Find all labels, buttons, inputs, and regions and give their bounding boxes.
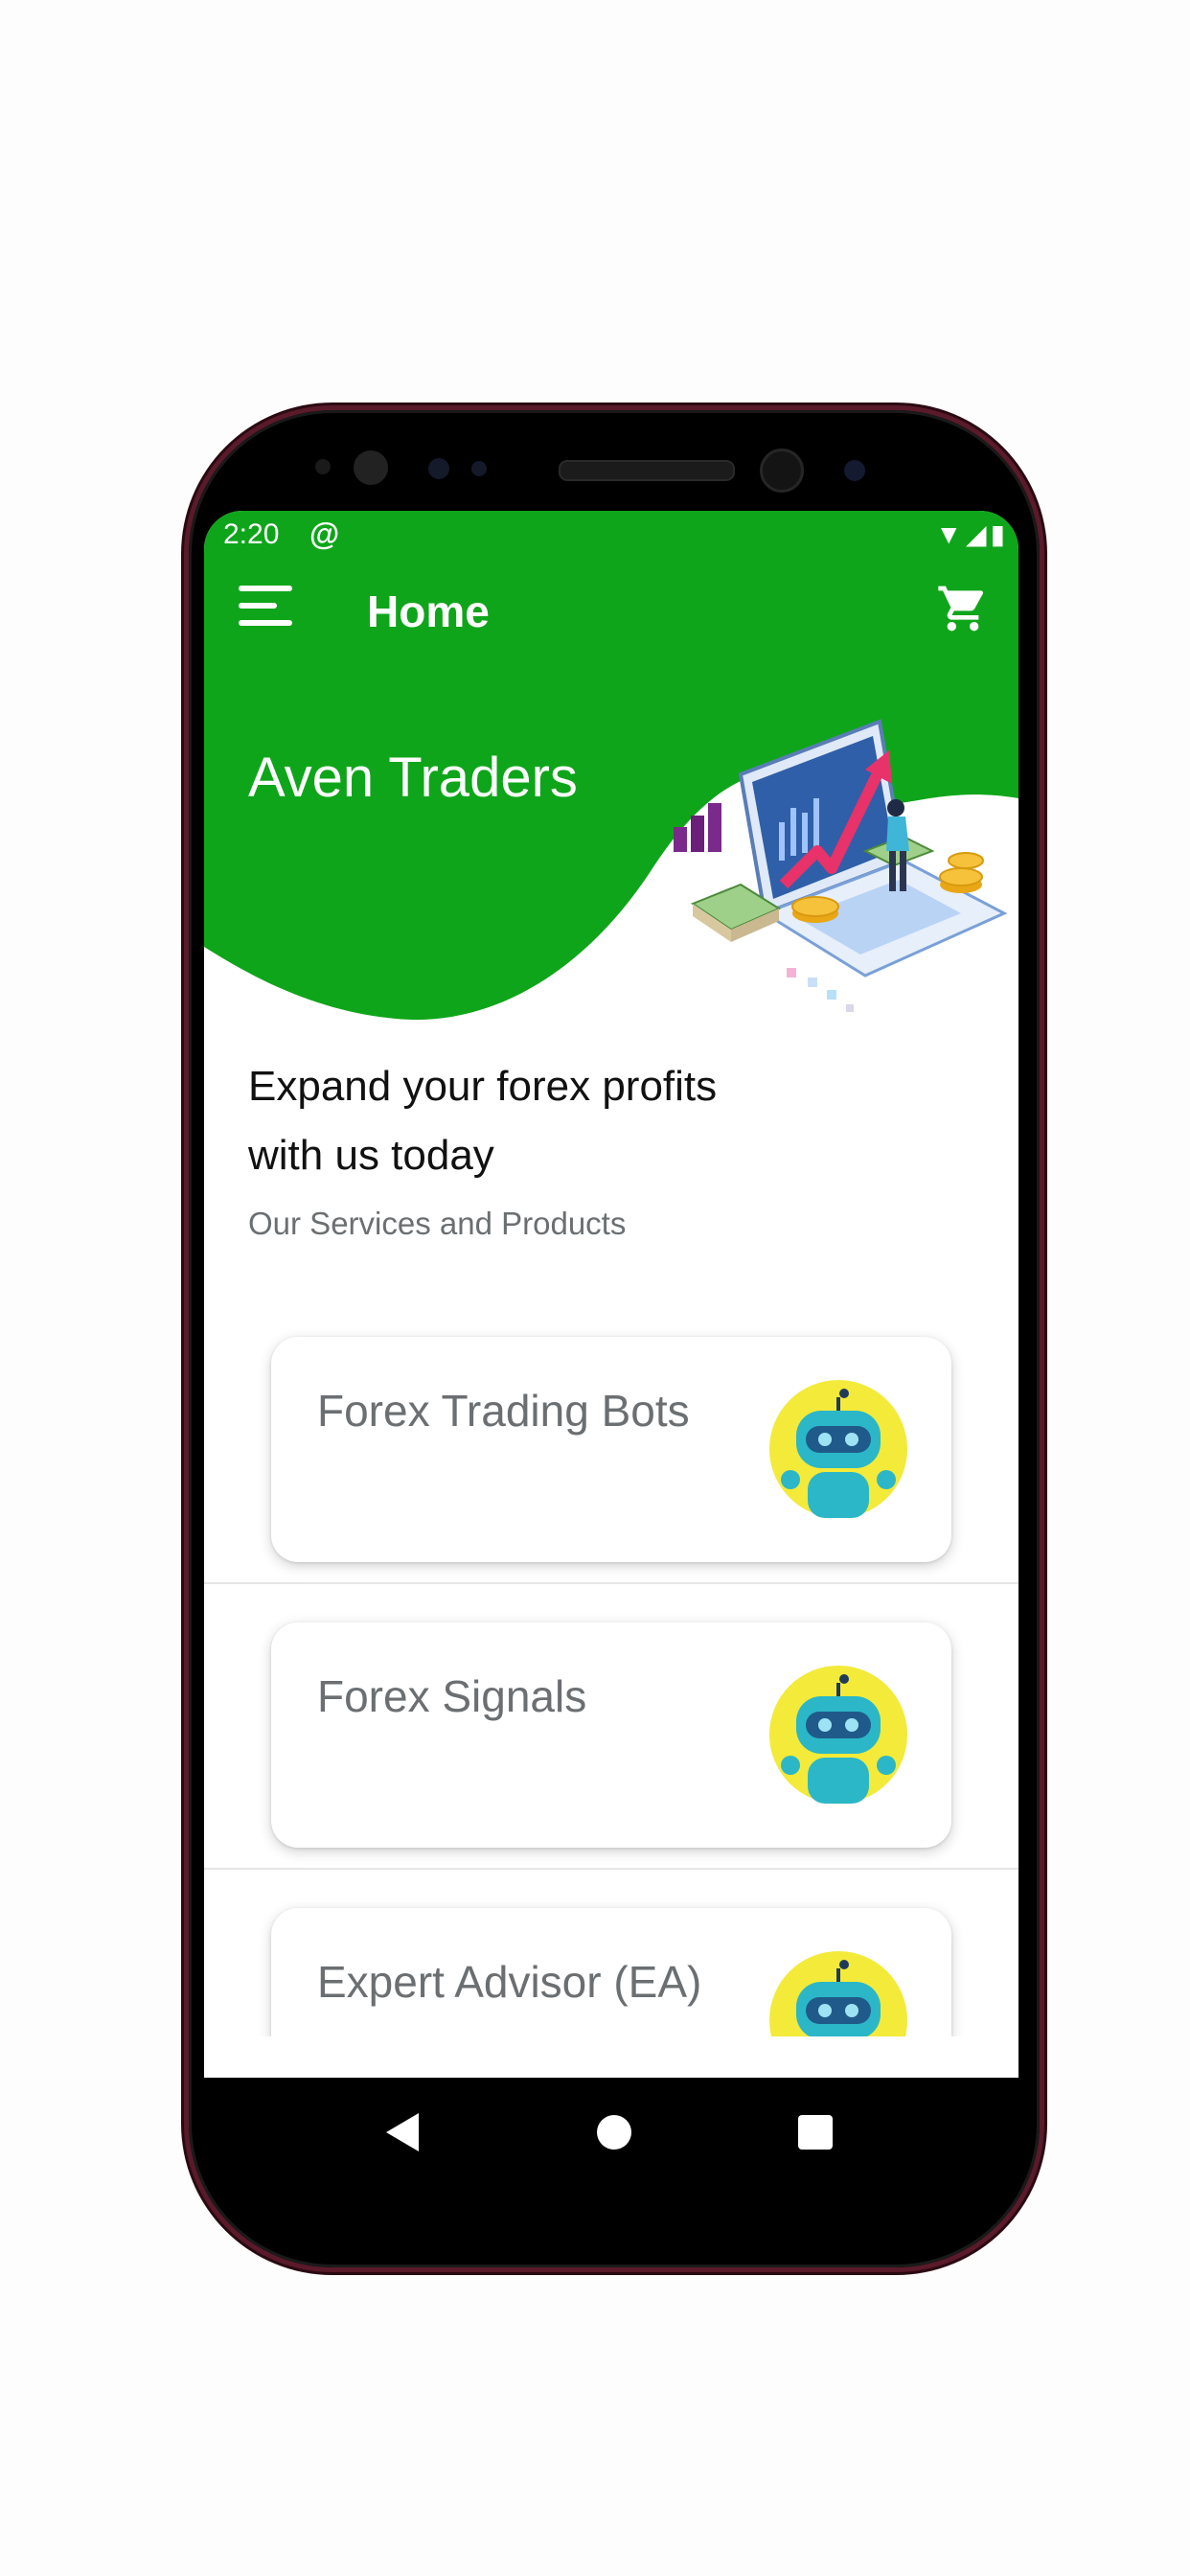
system-status-icons: ▼◢▮ — [935, 518, 1009, 550]
hamburger-menu-icon[interactable] — [239, 586, 296, 633]
robot-icon — [769, 1380, 907, 1518]
brand-title: Aven Traders — [248, 747, 578, 809]
bar-graphic — [691, 816, 704, 852]
person-legs — [900, 851, 906, 891]
page-title: Home — [367, 586, 490, 636]
hologram-dot — [827, 990, 836, 1000]
wifi-icon: ▼ — [935, 519, 967, 549]
phone-side-button — [1040, 930, 1047, 1083]
signal-icon: ◢ — [966, 519, 991, 549]
chart-bar — [802, 813, 808, 853]
service-card-forex-trading-bots[interactable]: Forex Trading Bots — [271, 1337, 951, 1562]
back-icon[interactable] — [386, 2113, 419, 2151]
sensor-dot — [315, 459, 331, 474]
tagline: Expand your forex profits with us today — [248, 1063, 718, 1179]
service-card-label: Forex Signals — [317, 1671, 587, 1721]
section-title: Our Services and Products — [248, 1206, 627, 1241]
home-icon[interactable] — [597, 2115, 631, 2150]
divider — [204, 1582, 1018, 1584]
bar-graphic — [674, 827, 687, 852]
service-card-label: Forex Trading Bots — [317, 1386, 690, 1436]
service-card-forex-signals[interactable]: Forex Signals — [271, 1622, 951, 1848]
earpiece-speaker — [559, 460, 735, 481]
coin — [939, 867, 983, 886]
screen: 2:20 @ ▼◢▮ Home Aven Traders Expand your… — [204, 511, 1018, 2078]
sensor-dot — [844, 460, 865, 481]
chart-bar — [813, 798, 819, 848]
app-bar: Home — [204, 559, 1018, 664]
status-bar: 2:20 @ ▼◢▮ — [204, 511, 1018, 559]
chart-bar — [790, 808, 796, 856]
coin — [948, 852, 984, 869]
hologram-dot — [808, 978, 817, 987]
phone-side-button — [181, 676, 189, 939]
screen-bottom-edge — [204, 2036, 1018, 2078]
hologram-dot — [846, 1004, 854, 1012]
person-head — [887, 799, 904, 816]
recent-apps-icon[interactable] — [798, 2115, 833, 2150]
divider — [204, 1868, 1018, 1870]
trading-laptop-illustration — [674, 719, 1008, 1012]
service-card-label: Expert Advisor (EA) — [317, 1957, 702, 2007]
sensor-dot — [428, 458, 449, 479]
front-sensor — [354, 450, 388, 485]
system-nav-bar — [204, 2080, 1018, 2185]
person-legs — [889, 851, 896, 891]
robot-icon — [769, 1666, 907, 1804]
battery-icon: ▮ — [990, 519, 1009, 549]
coin — [791, 896, 839, 917]
chart-bar — [779, 822, 785, 861]
at-sign-icon: @ — [309, 517, 340, 551]
front-camera — [760, 448, 804, 493]
shopping-cart-icon[interactable] — [936, 582, 990, 635]
phone-frame: 2:20 @ ▼◢▮ Home Aven Traders Expand your… — [189, 410, 1040, 2267]
hologram-dot — [787, 968, 796, 978]
bar-graphic — [708, 803, 721, 852]
phone-side-button — [181, 1035, 189, 1184]
status-time: 2:20 — [223, 518, 280, 550]
sensor-dot — [471, 461, 487, 476]
person-body — [886, 816, 909, 851]
